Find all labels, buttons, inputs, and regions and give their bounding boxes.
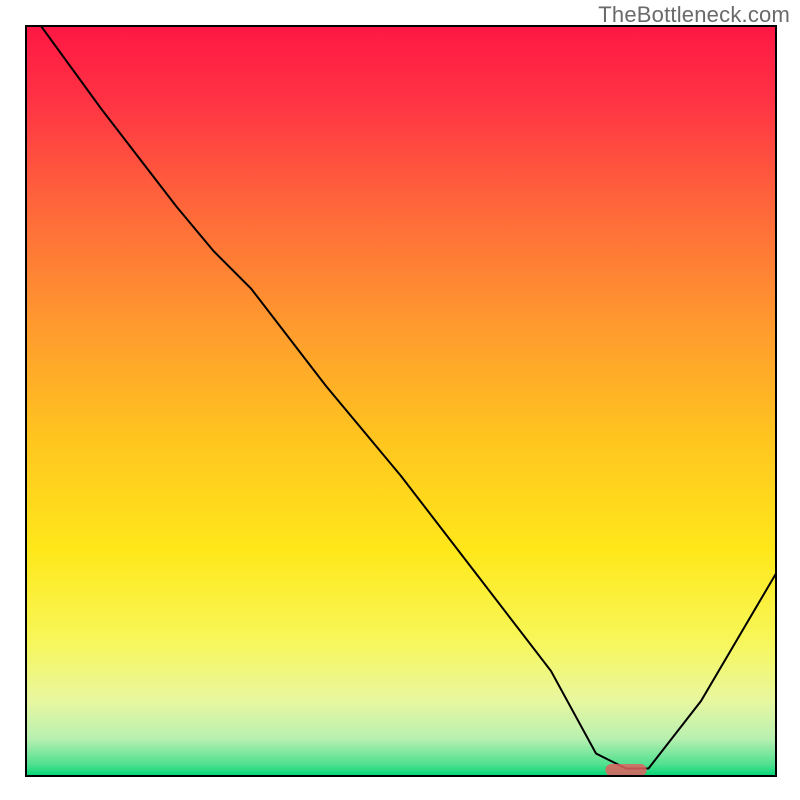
optimal-marker [605,764,646,776]
chart-container: TheBottleneck.com [0,0,800,800]
gradient-background [26,26,776,776]
bottleneck-chart [0,0,800,800]
watermark-label: TheBottleneck.com [598,2,790,28]
